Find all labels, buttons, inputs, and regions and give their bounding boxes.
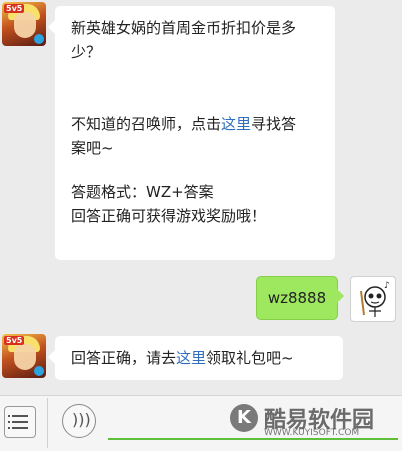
watermark-url: WWW.KUYISOFT.COM <box>264 428 360 438</box>
hero-face-graphic <box>14 344 36 370</box>
qq-mark-icon <box>34 366 44 376</box>
menu-toggle-button[interactable] <box>4 406 36 438</box>
hint-text: 不知道的召唤师，点击 <box>71 115 222 133</box>
format-line: 答题格式：WZ+答案 <box>71 183 214 201</box>
message-bubble-answer[interactable]: wz8888 <box>256 276 344 320</box>
guide-link[interactable]: 这里 <box>221 115 251 133</box>
question-line-1: 新英雄女娲的首周金币折扣价是多 <box>71 19 297 37</box>
gift-link[interactable]: 这里 <box>176 349 206 367</box>
reward-line: 回答正确可获得游戏奖励哦！ <box>71 207 267 225</box>
voice-input-button[interactable]: ))) <box>62 404 96 438</box>
list-menu-icon <box>12 421 28 423</box>
voice-wave-icon: ))) <box>72 410 91 429</box>
answer-text: wz8888 <box>267 289 327 307</box>
game-account-avatar[interactable]: 5v5 <box>2 2 46 46</box>
list-menu-icon <box>8 427 10 429</box>
game-logo-tag: 5v5 <box>4 336 25 345</box>
question-line-2: 少？ <box>71 43 102 61</box>
list-menu-icon <box>8 421 10 423</box>
message-bubble-question[interactable]: 新英雄女娲的首周金币折扣价是多 少？ 不知道的召唤师，点击这里寻找答 案吧~ 答… <box>48 6 335 260</box>
reply-text: 回答正确，请去 <box>71 349 177 367</box>
reply-line: 回答正确，请去这里领取礼包吧~ <box>71 346 329 370</box>
game-account-avatar[interactable]: 5v5 <box>2 334 46 378</box>
reply-text-tail: 领取礼包吧~ <box>206 349 294 367</box>
message-bubble-reply[interactable]: 回答正确，请去这里领取礼包吧~ <box>48 336 343 380</box>
hint-text-tail: 寻找答 <box>251 115 297 133</box>
qq-mark-icon <box>34 34 44 44</box>
list-menu-icon <box>12 415 28 417</box>
user-avatar[interactable]: ♪ <box>350 276 396 322</box>
watermark-logo: K <box>230 404 258 432</box>
svg-text:♪: ♪ <box>384 281 390 291</box>
list-menu-icon <box>8 415 10 417</box>
hero-face-graphic <box>14 12 36 38</box>
hint-line-2: 案吧~ <box>71 139 114 157</box>
game-logo-tag: 5v5 <box>4 4 25 13</box>
hint-line-1: 不知道的召唤师，点击这里寻找答 <box>71 112 321 136</box>
divider <box>47 398 48 448</box>
watermark: K 酷易软件园 WWW.KUYISOFT.COM <box>230 402 400 442</box>
list-menu-icon <box>12 427 28 429</box>
doodle-avatar-icon: ♪ <box>360 281 390 317</box>
